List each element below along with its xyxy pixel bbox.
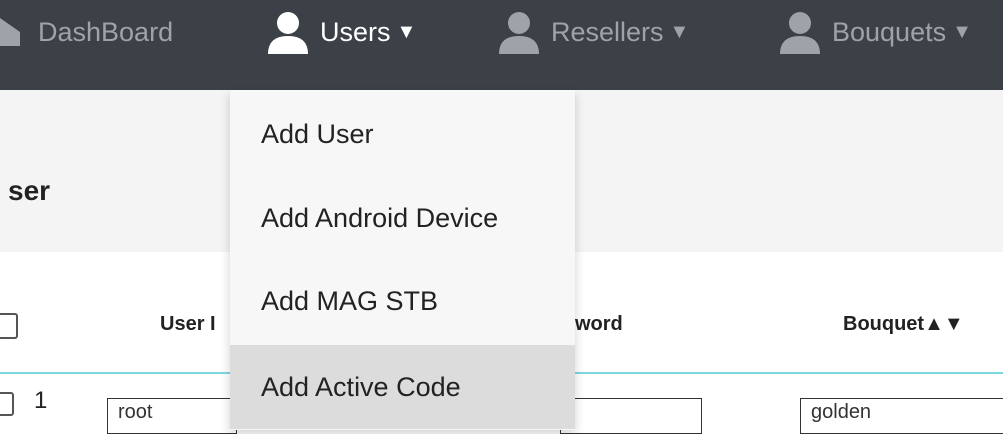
select-all-checkbox[interactable] [0,313,18,339]
user-icon [268,12,308,54]
column-header-bouquet[interactable]: Bouquet▲▼ [843,313,964,336]
password-input[interactable] [560,398,702,434]
nav-users-label: Users [320,16,391,47]
home-icon [0,18,20,46]
menu-item-label: Add MAG STB [261,285,439,316]
chevron-down-icon: ▼ [396,20,417,43]
page-title: ser [8,175,51,206]
menu-item-add-android-device[interactable]: Add Android Device [230,176,575,260]
nav-bouquets-label: Bouquets [832,16,947,47]
nav-dashboard-label: DashBoard [38,16,174,47]
chevron-down-icon: ▼ [669,20,690,43]
user-icon [499,12,539,54]
bouquet-select[interactable]: golden [800,398,1003,434]
column-header-password[interactable]: word [575,313,623,336]
row-number: 1 [34,387,48,414]
menu-item-add-mag-stb[interactable]: Add MAG STB [230,259,575,343]
menu-item-label: Add Active Code [261,371,461,402]
menu-item-add-active-code[interactable]: Add Active Code [230,345,575,429]
menu-item-label: Add Android Device [261,202,499,233]
nav-users[interactable]: Users ▼ [266,0,416,64]
menu-item-label: Add User [261,118,374,149]
column-header-user[interactable]: User I [160,313,216,336]
top-navbar: DashBoard Users ▼ Resellers ▼ Bouquets ▼ [0,0,1003,90]
menu-item-add-user[interactable]: Add User [230,92,575,176]
username-input[interactable]: root [107,398,237,434]
nav-bouquets[interactable]: Bouquets ▼ [778,0,972,64]
nav-resellers[interactable]: Resellers ▼ [497,0,689,64]
nav-dashboard[interactable]: DashBoard [0,0,173,64]
nav-resellers-label: Resellers [551,16,664,47]
row-checkbox[interactable] [0,392,14,416]
chevron-down-icon: ▼ [952,20,972,43]
users-dropdown-menu: Add User Add Android Device Add MAG STB … [230,90,575,430]
user-icon [780,12,820,54]
